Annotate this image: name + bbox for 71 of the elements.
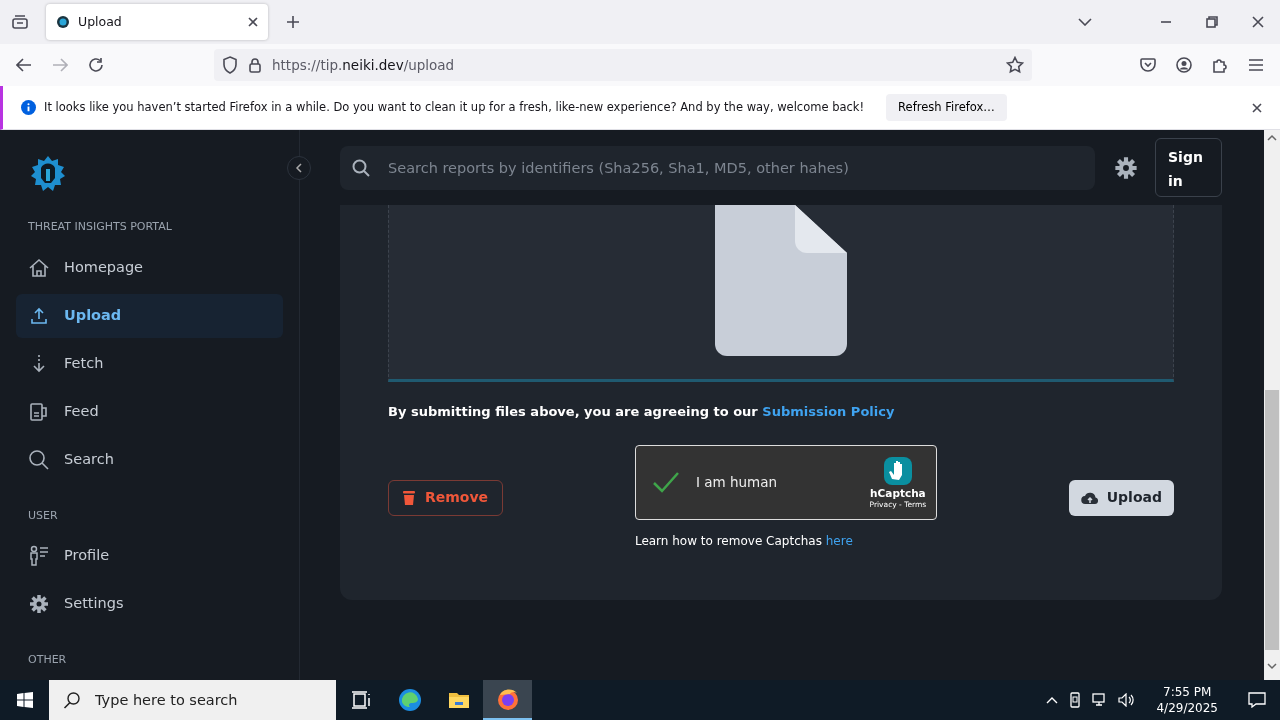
lock-icon [248, 57, 262, 73]
refresh-firefox-button[interactable]: Refresh Firefox… [886, 93, 1007, 122]
scroll-up-icon[interactable] [1267, 134, 1277, 142]
shield-icon [222, 56, 238, 74]
search-icon [352, 158, 370, 177]
notification-message: It looks like you haven’t started Firefox in a while. Do you want to clean it up for a fresh, like-new experience? And by the way, welcome back! [44, 98, 865, 116]
hand-logo-icon [881, 454, 914, 487]
new-tab-icon[interactable] [286, 15, 300, 29]
collapse-sidebar-button[interactable] [287, 156, 311, 180]
submission-policy-link[interactable]: Submission Policy [762, 404, 895, 419]
browser-icon[interactable] [397, 688, 422, 712]
settings-icon [28, 593, 50, 615]
section-label: THREAT INSIGHTS PORTAL [28, 219, 173, 235]
captcha-label: I am human [695, 472, 778, 492]
firefox-icon[interactable] [495, 687, 520, 711]
feed-icon [28, 400, 50, 423]
home-icon [28, 256, 50, 279]
chevron-left-icon [295, 163, 303, 173]
section-label: USER [28, 507, 59, 524]
checkmark-icon[interactable] [651, 471, 680, 493]
notification-icon[interactable] [1248, 692, 1266, 708]
clock[interactable]: 7:55 PM 4/29/2025 [1156, 684, 1218, 716]
help-link[interactable]: here [825, 533, 853, 548]
device-icon[interactable] [1068, 692, 1083, 708]
sidebar-item[interactable]: Upload [16, 293, 283, 338]
restore-icon[interactable] [1206, 16, 1218, 28]
menu-icon[interactable] [1248, 58, 1264, 72]
tab-list-icon[interactable] [12, 15, 28, 29]
search-icon [63, 691, 81, 709]
tab-overflow-icon[interactable] [1078, 18, 1092, 26]
file-icon [715, 205, 847, 356]
scrollbar-thumb[interactable] [1265, 390, 1279, 650]
sidebar-item[interactable]: Search [16, 437, 283, 482]
captcha-help-text: Learn how to remove Captchas here [634, 532, 853, 550]
browser-tab[interactable]: Upload [46, 4, 268, 40]
address-bar[interactable]: https://tip.neiki.dev/upload [214, 49, 1032, 81]
reload-icon[interactable] [88, 57, 104, 73]
sign-in-button[interactable]: Sign in [1155, 138, 1222, 197]
upload-button[interactable]: Upload [1068, 479, 1174, 516]
site-icon [56, 15, 70, 29]
person-icon [28, 545, 50, 567]
drop-zone[interactable] [388, 205, 1174, 382]
info-icon [21, 100, 36, 115]
scroll-down-icon[interactable] [1267, 662, 1277, 670]
sidebar-item[interactable]: Profile [16, 534, 283, 578]
volume-icon[interactable] [1118, 693, 1137, 707]
close-icon[interactable] [248, 17, 258, 27]
taskbar-search-bar[interactable]: Type here to search [49, 680, 336, 720]
captcha-brand: hCaptcha [870, 486, 926, 500]
section-label: OTHER [28, 652, 68, 668]
remove-button[interactable]: Remove [388, 479, 504, 516]
sidebar-item[interactable]: Settings [16, 582, 283, 626]
trash-icon [403, 490, 415, 505]
cloud-upload-icon [1080, 490, 1099, 505]
account-icon[interactable] [1176, 57, 1192, 73]
sidebar-item[interactable]: Fetch [16, 341, 283, 386]
close-icon[interactable] [1252, 102, 1262, 113]
logo-icon [30, 155, 66, 191]
close-icon[interactable] [1252, 16, 1264, 28]
sidebar-item[interactable]: Homepage [16, 245, 283, 290]
chevron-up-icon[interactable] [1046, 696, 1059, 704]
puzzle-icon[interactable] [1212, 57, 1228, 73]
settings-icon[interactable] [1113, 154, 1139, 181]
star-icon[interactable] [1006, 56, 1024, 74]
back-icon[interactable] [16, 58, 32, 72]
policy-text: By submitting files above, you are agreeing to our Submission Policy [388, 403, 896, 421]
sidebar-item[interactable]: Feed [16, 389, 283, 434]
pocket-icon[interactable] [1140, 58, 1156, 72]
windows-icon [16, 692, 33, 708]
search-icon [28, 448, 50, 471]
taskbar-search-field[interactable]: Type here to search [93, 680, 323, 720]
